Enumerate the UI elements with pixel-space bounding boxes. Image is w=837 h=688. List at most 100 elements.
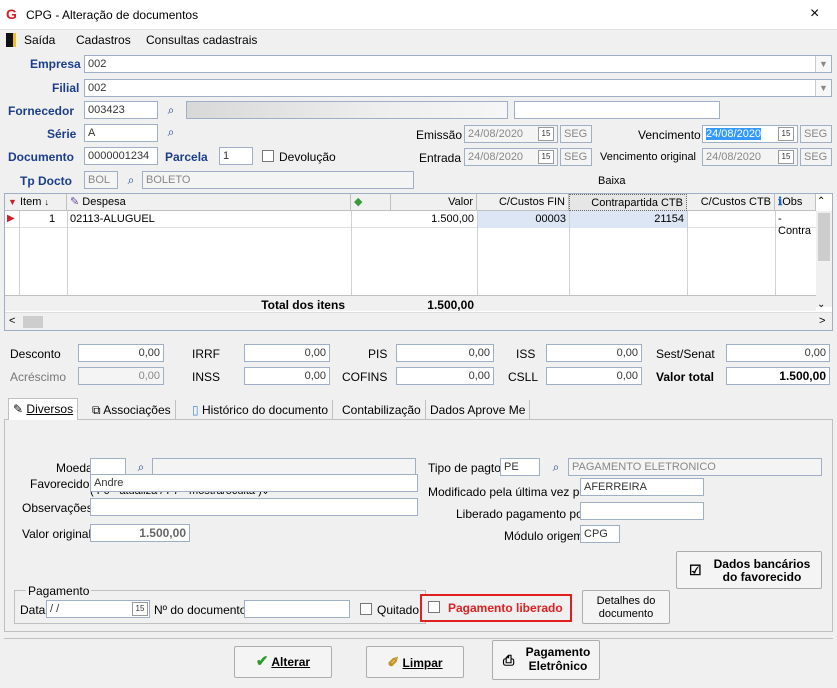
scroll-thumb[interactable] [818, 213, 830, 261]
calendar-icon[interactable]: 15 [778, 150, 794, 164]
calendar-icon[interactable]: 15 [538, 150, 554, 164]
pagamento-group-label: Pagamento [26, 584, 92, 598]
csll-input[interactable]: 0,00 [546, 367, 642, 385]
cofins-label: COFINS [342, 370, 388, 384]
col-obs[interactable]: ℹObs [775, 194, 816, 211]
grid-line [477, 211, 478, 307]
tab-diversos[interactable]: ✎ Diversos [8, 398, 79, 420]
limpar-button[interactable]: ✐ Limpar [366, 646, 464, 678]
cell-valor: 1.500,00 [431, 213, 474, 225]
parcela-input[interactable]: 1 [219, 147, 253, 165]
serie-input[interactable]: A [84, 124, 158, 142]
tab-contabilizacao[interactable]: Contabilização [338, 400, 426, 420]
binoculars-icon[interactable]: ⌕ [546, 458, 566, 476]
hscroll-thumb[interactable] [23, 316, 43, 328]
limpar-label: Limpar [402, 656, 443, 670]
binoculars-icon[interactable]: ⌕ [161, 123, 181, 141]
desconto-label: Desconto [10, 347, 61, 361]
observacoes-input[interactable] [90, 498, 418, 516]
grid-header: ▼ Item ↓ ✎ Despesa ◆ Valor C/Custos FIN … [5, 194, 816, 211]
scroll-up-icon[interactable]: ⌃ [817, 196, 825, 207]
alterar-button[interactable]: ✔ Alterar [234, 646, 332, 678]
fornecedor-name-field [186, 101, 508, 119]
scroll-right-icon[interactable]: > [819, 315, 825, 327]
tipo-pagto-input[interactable]: PE [500, 458, 540, 476]
calendar-icon[interactable]: 15 [132, 602, 148, 616]
inss-input[interactable]: 0,00 [244, 367, 330, 385]
irrf-input[interactable]: 0,00 [244, 344, 330, 362]
check-icon: ☑ [689, 562, 702, 578]
menu-consultas[interactable]: Consultas cadastrais [146, 33, 257, 47]
sest-input[interactable]: 0,00 [726, 344, 830, 362]
binoculars-icon[interactable]: ⌕ [121, 171, 141, 189]
binoculars-icon[interactable]: ⌕ [161, 101, 181, 119]
alterar-label: Alterar [271, 655, 311, 669]
scroll-left-icon[interactable]: < [9, 315, 15, 327]
valor-original-input: 1.500,00 [90, 524, 190, 542]
menu-saida[interactable]: Saída [24, 33, 55, 47]
col-despesa-label: Despesa [82, 196, 126, 208]
cell-despesa: 02113-ALUGUEL [70, 213, 155, 225]
favorecido-input[interactable]: Andre [90, 474, 418, 492]
col-ccctb[interactable]: C/Custos CTB [687, 194, 775, 211]
vertical-scrollbar[interactable] [816, 211, 832, 307]
empresa-value: 002 [88, 58, 107, 70]
total-value: 1.500,00 [427, 298, 474, 312]
calendar-icon[interactable]: 15 [778, 127, 794, 141]
filial-select[interactable]: 002 ▼ [84, 79, 832, 97]
fornecedor-input[interactable]: 003423 [84, 101, 158, 119]
cofins-input[interactable]: 0,00 [396, 367, 494, 385]
tab-aprove-me[interactable]: Dados Aprove Me [426, 400, 531, 420]
ndoc-input[interactable] [244, 600, 350, 618]
tab-historico[interactable]: ▯ Histórico do documento [188, 400, 334, 420]
valor-total-input: 1.500,00 [726, 367, 830, 385]
empresa-select[interactable]: 002 ▼ [84, 55, 832, 73]
iss-input[interactable]: 0,00 [546, 344, 642, 362]
valor-original-label: Valor original [22, 527, 92, 541]
col-ccfin[interactable]: C/Custos FIN [477, 194, 569, 211]
menu-cadastros[interactable]: Cadastros [76, 33, 131, 47]
col-valor[interactable]: Valor [391, 194, 477, 211]
tab-associacoes[interactable]: ⧉ Associações [88, 400, 176, 420]
detalhes-button[interactable]: Detalhes do documento [582, 590, 670, 624]
pagamento-eletronico-button[interactable]: ⎙ Pagamento Eletrônico [492, 640, 600, 680]
col-contrapartida[interactable]: Contrapartida CTB [569, 194, 687, 211]
close-button[interactable]: × [810, 5, 819, 23]
fornecedor-label: Fornecedor [8, 104, 75, 118]
quitado-checkbox[interactable] [360, 603, 372, 615]
entrada-day: SEG [560, 148, 592, 166]
emissao-label: Emissão [416, 128, 463, 142]
pis-input[interactable]: 0,00 [396, 344, 494, 362]
col-item[interactable]: ▼ Item ↓ [5, 194, 67, 211]
grid-line [19, 211, 20, 307]
acrescimo-input[interactable]: 0,00 [78, 367, 164, 385]
cell-contrapartida: 21154 [654, 213, 684, 225]
scroll-down-icon[interactable]: ⌄ [817, 299, 825, 310]
tpdocto-input[interactable]: BOL [84, 171, 118, 189]
horizontal-scrollbar[interactable]: < > [5, 312, 832, 330]
tpdocto-desc: BOLETO [142, 171, 414, 189]
pencil-icon: ✎ [13, 402, 24, 416]
pagamento-liberado-checkbox[interactable] [428, 601, 440, 613]
devolucao-checkbox[interactable] [262, 150, 274, 162]
table-row[interactable]: ▶ 1 02113-ALUGUEL 1.500,00 00003 21154 -… [5, 211, 816, 237]
cell-item: 1 [49, 213, 56, 225]
iss-label: ISS [516, 347, 536, 361]
vencimento-day: SEG [800, 125, 832, 143]
calendar-icon[interactable]: 15 [538, 127, 554, 141]
chevron-down-icon[interactable]: ▼ [815, 56, 831, 72]
checkmark-icon: ✔ [255, 653, 269, 670]
col-obs-label: Obs [782, 196, 803, 208]
items-grid[interactable]: ▼ Item ↓ ✎ Despesa ◆ Valor C/Custos FIN … [4, 193, 833, 331]
sort-icon: ↓ [44, 197, 49, 207]
dados-bancarios-button[interactable]: ☑ Dados bancários do favorecido [676, 551, 822, 589]
documento-input[interactable]: 0000001234 [84, 147, 158, 165]
col-despesa[interactable]: ✎ Despesa [67, 194, 351, 211]
desconto-input[interactable]: 0,00 [78, 344, 164, 362]
chevron-down-icon[interactable]: ▼ [815, 80, 831, 96]
fornecedor-extra-field[interactable] [514, 101, 720, 119]
valor-total-label: Valor total [656, 370, 715, 384]
tipo-pagto-label: Tipo de pagto [428, 461, 501, 475]
modulo-input: CPG [580, 525, 620, 543]
col-tag[interactable]: ◆ [351, 194, 391, 211]
